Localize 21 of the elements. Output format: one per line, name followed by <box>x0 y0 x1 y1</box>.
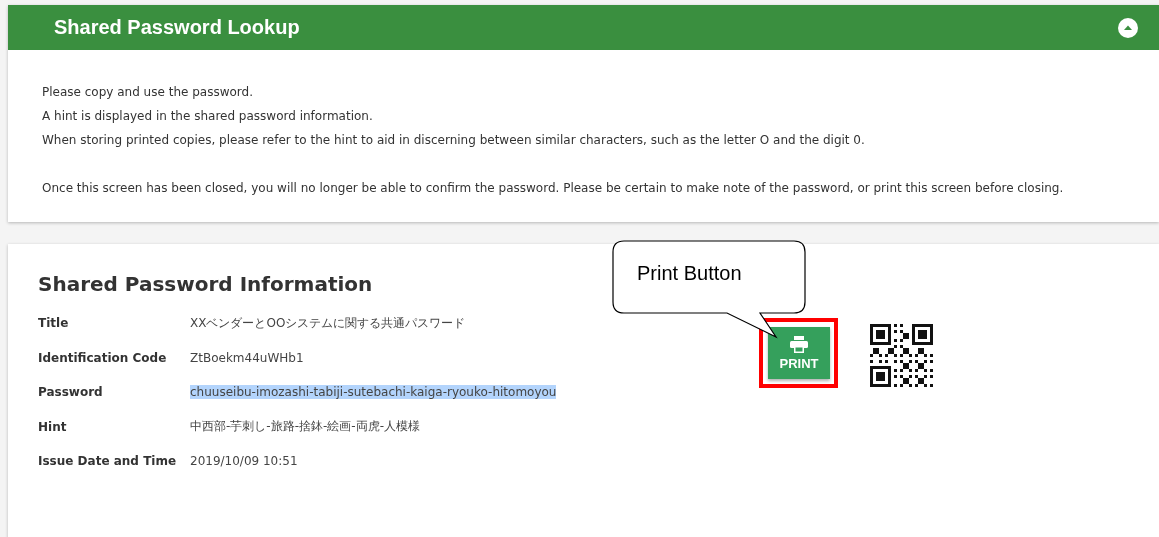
field-value: XXベンダーとOOシステムに関する共通パスワード <box>190 314 466 332</box>
instruction-text: When storing printed copies, please refer to the hint to aid in discerning between similar characters, such as the letter O and the digit 0. <box>42 132 866 149</box>
section-title: Shared Password Information <box>38 272 374 296</box>
qr-code <box>870 324 933 387</box>
field-label: Issue Date and Time <box>38 454 178 469</box>
field-value: 中西部-芋刺し-旅路-捨鉢-絵画-両虎-人模様 <box>190 418 420 436</box>
print-button[interactable]: PRINT <box>768 327 830 379</box>
field-label: Hint <box>38 419 68 434</box>
callout-text: Print Button <box>637 262 742 285</box>
field-label: Password <box>38 385 104 400</box>
field-value: ZtBoekm44uWHb1 <box>190 350 304 365</box>
instruction-text: Once this screen has been closed, you will no longer be able to confirm the password. Please be certain to make note of the password, or print this screen before closing. <box>42 180 1065 197</box>
field-value: 2019/10/09 10:51 <box>190 454 298 469</box>
field-label: Title <box>38 316 70 331</box>
field-value: chuuseibu-imozashi-tabiji-sutebachi-kaiga-ryouko-hitomoyou <box>190 385 557 400</box>
instruction-text: Please copy and use the password. <box>42 84 254 101</box>
panel-title: Shared Password Lookup <box>54 16 300 39</box>
field-label: Identification Code <box>38 350 168 365</box>
instruction-text: A hint is displayed in the shared password information. <box>42 108 374 125</box>
printer-icon <box>789 335 809 353</box>
collapse-icon[interactable] <box>1118 17 1138 38</box>
